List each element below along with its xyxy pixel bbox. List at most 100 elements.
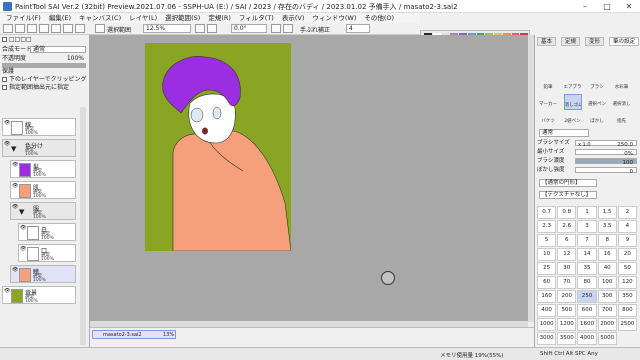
brush-size-preset[interactable]: 70 bbox=[557, 276, 577, 289]
layer-item-selected[interactable]: 👁 瞳 通常 100% bbox=[10, 265, 76, 283]
eye-icon[interactable]: 👁 bbox=[20, 246, 26, 252]
tab-brush-settings[interactable]: 筆の設定 bbox=[609, 37, 640, 46]
rotate-right-button[interactable] bbox=[207, 24, 217, 33]
brush-size-preset[interactable]: 1600 bbox=[577, 318, 597, 331]
layer-item[interactable]: 👁 口 通常 100% bbox=[18, 244, 76, 262]
brush-size-preset[interactable]: 1 bbox=[577, 206, 597, 219]
brush-size-preset[interactable]: 400 bbox=[537, 304, 557, 317]
layer-item[interactable]: 👁 髪 通常 100% bbox=[10, 160, 76, 178]
brush-size-slider[interactable]: x 1.0 250.0 bbox=[575, 140, 637, 148]
brush-size-preset[interactable]: 25 bbox=[537, 262, 557, 275]
eye-icon[interactable]: 👁 bbox=[12, 204, 18, 210]
folder-open-icon[interactable]: ▼ bbox=[11, 145, 16, 153]
zoom-out-button[interactable] bbox=[63, 24, 73, 33]
brush-size-preset[interactable]: 700 bbox=[597, 304, 617, 317]
tool-pencil[interactable]: 鉛筆 bbox=[539, 77, 557, 93]
brush-size-preset[interactable]: 3000 bbox=[537, 332, 557, 345]
close-button[interactable]: ✕ bbox=[618, 0, 640, 13]
layer-item[interactable]: 👁 白 通常 100% bbox=[18, 223, 76, 241]
eye-icon[interactable]: 👁 bbox=[12, 162, 18, 168]
artboard[interactable] bbox=[145, 43, 292, 252]
brush-size-preset[interactable]: 8 bbox=[597, 234, 617, 247]
layer-folder[interactable]: 👁 ▼ 服 通常 100% bbox=[10, 202, 76, 220]
tool-marker[interactable]: マーカー bbox=[539, 94, 557, 110]
deselect-button[interactable] bbox=[3, 24, 13, 33]
menu-other[interactable]: その他(O) bbox=[361, 13, 397, 23]
brush-size-preset[interactable]: 7 bbox=[577, 234, 597, 247]
eye-icon[interactable]: 👁 bbox=[4, 120, 10, 126]
menu-file[interactable]: ファイル(F) bbox=[3, 13, 44, 23]
clip-checkbox[interactable] bbox=[2, 77, 7, 82]
brush-size-preset[interactable]: 10 bbox=[537, 248, 557, 261]
tool-seleraser[interactable]: 選択消し bbox=[613, 94, 631, 110]
brush-size-preset[interactable]: 250 bbox=[577, 290, 597, 303]
brush-size-preset[interactable]: 5000 bbox=[597, 332, 617, 345]
brush-size-preset[interactable]: 350 bbox=[617, 290, 637, 303]
menu-window[interactable]: ウィンドウ(W) bbox=[309, 13, 359, 23]
tab-ruler[interactable]: 定規 bbox=[561, 37, 581, 46]
stabilizer-select[interactable]: 4 bbox=[346, 24, 370, 33]
brush-texture-select[interactable]: 【テクスチャなし】 bbox=[539, 191, 597, 199]
maximize-button[interactable]: □ bbox=[596, 0, 618, 13]
brush-size-preset[interactable]: 1000 bbox=[537, 318, 557, 331]
brush-size-preset[interactable]: 800 bbox=[617, 304, 637, 317]
menu-ruler[interactable]: 定規(R) bbox=[205, 13, 234, 23]
brush-size-preset[interactable]: 5 bbox=[537, 234, 557, 247]
brush-size-preset[interactable]: 2500 bbox=[617, 318, 637, 331]
tool-brush[interactable]: ブラシ bbox=[588, 77, 606, 93]
brush-size-preset[interactable]: 40 bbox=[597, 262, 617, 275]
brush-size-preset[interactable]: 160 bbox=[537, 290, 557, 303]
brush-size-preset[interactable]: 80 bbox=[577, 276, 597, 289]
brush-size-preset[interactable]: 6 bbox=[557, 234, 577, 247]
brush-size-preset[interactable]: 2000 bbox=[597, 318, 617, 331]
menu-layer[interactable]: レイヤ(L) bbox=[126, 13, 160, 23]
clear-button[interactable] bbox=[27, 24, 37, 33]
layer-item[interactable]: 👁 肌 通常 100% bbox=[10, 181, 76, 199]
brush-size-preset[interactable]: 200 bbox=[557, 290, 577, 303]
tool-eraser[interactable]: 消しゴム bbox=[563, 94, 582, 110]
brush-mode-select[interactable]: 通常 bbox=[539, 129, 589, 137]
min-size-slider[interactable]: 0% bbox=[575, 149, 637, 157]
brush-size-preset[interactable]: 14 bbox=[577, 248, 597, 261]
minimize-button[interactable]: – bbox=[574, 0, 596, 13]
flip-view-button[interactable] bbox=[283, 24, 293, 33]
brush-size-preset[interactable]: 16 bbox=[597, 248, 617, 261]
brush-size-preset[interactable]: 600 bbox=[577, 304, 597, 317]
eye-icon[interactable]: 👁 bbox=[4, 141, 10, 147]
layer-item[interactable]: 👁 背景 通常 100% bbox=[2, 286, 76, 304]
tab-basic[interactable]: 基本 bbox=[537, 37, 557, 46]
blur-slider[interactable]: 0 bbox=[575, 167, 637, 175]
folder-open-icon[interactable]: ▼ bbox=[19, 208, 24, 216]
brush-size-preset[interactable]: 35 bbox=[577, 262, 597, 275]
brush-size-preset[interactable]: 2.3 bbox=[537, 220, 557, 233]
tab-transform[interactable]: 変形 bbox=[585, 37, 605, 46]
menu-edit[interactable]: 編集(E) bbox=[46, 13, 74, 23]
tool-airbrush[interactable]: エアブラシ bbox=[564, 77, 582, 93]
brush-shape-select[interactable]: 【通常の円形】 bbox=[539, 179, 597, 187]
tool-binary-pen[interactable]: 2値ペン bbox=[564, 111, 582, 127]
rotate-left-button[interactable] bbox=[195, 24, 205, 33]
menu-canvas[interactable]: キャンバス(C) bbox=[76, 13, 124, 23]
show-selection-toggle[interactable] bbox=[51, 24, 61, 33]
brush-size-preset[interactable]: 1.5 bbox=[597, 206, 617, 219]
brush-size-preset[interactable]: 2.6 bbox=[557, 220, 577, 233]
angle-field[interactable]: 0.0° bbox=[231, 24, 267, 33]
brush-size-preset[interactable]: 0.8 bbox=[557, 206, 577, 219]
density-slider[interactable]: 100 bbox=[575, 158, 637, 166]
eye-icon[interactable]: 👁 bbox=[4, 288, 10, 294]
brush-size-preset[interactable]: 4000 bbox=[577, 332, 597, 345]
brush-size-preset[interactable]: 20 bbox=[617, 248, 637, 261]
menu-view[interactable]: 表示(V) bbox=[279, 13, 308, 23]
zoom-field[interactable]: 12.5% bbox=[143, 24, 191, 33]
fill-button[interactable] bbox=[39, 24, 49, 33]
brush-size-preset[interactable]: 3500 bbox=[557, 332, 577, 345]
brush-size-preset[interactable]: 100 bbox=[597, 276, 617, 289]
menu-filter[interactable]: フィルタ(T) bbox=[236, 13, 277, 23]
tool-bucket[interactable]: バケツ bbox=[539, 111, 557, 127]
tool-watercolor[interactable]: 水彩筆 bbox=[613, 77, 631, 93]
brush-size-preset[interactable]: 12 bbox=[557, 248, 577, 261]
zoom-in-button[interactable] bbox=[75, 24, 85, 33]
brush-size-preset[interactable]: 9 bbox=[617, 234, 637, 247]
eye-icon[interactable]: 👁 bbox=[12, 183, 18, 189]
brush-size-preset[interactable]: 300 bbox=[597, 290, 617, 303]
